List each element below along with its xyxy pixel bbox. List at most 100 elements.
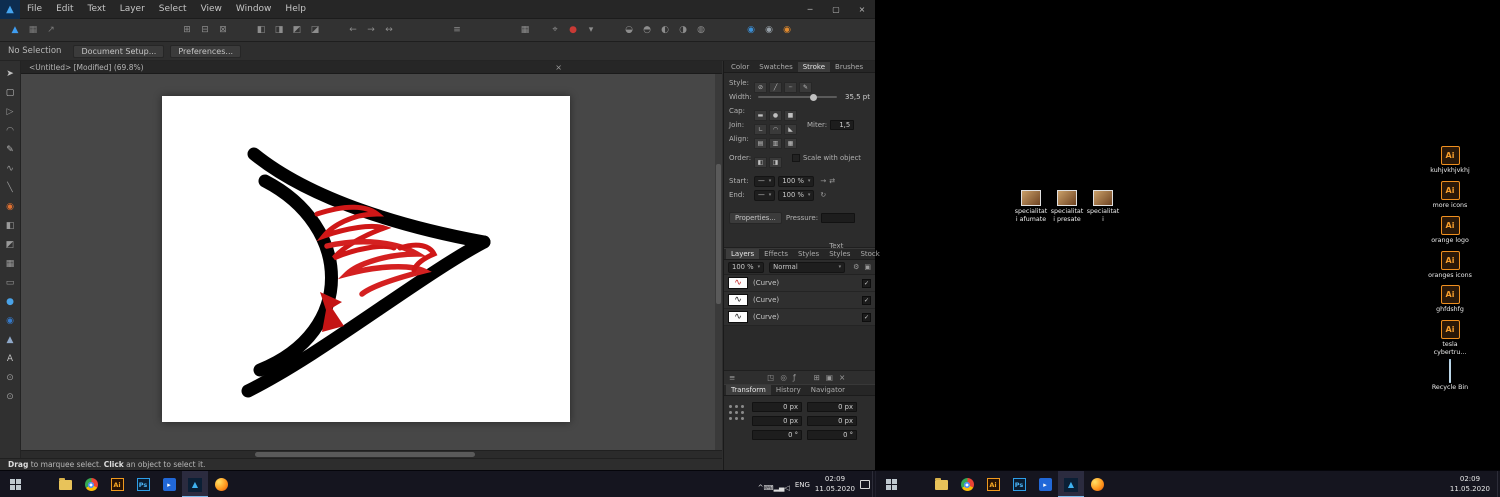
desktop-shortcut[interactable]: Ai kuhjvkhjvkhj [1428,146,1472,175]
firefox-icon[interactable] [1084,471,1110,497]
media-player-icon[interactable]: ▸ [1032,471,1058,497]
layers-list-icon[interactable]: ≡ [729,373,735,382]
taskbar-clock-right[interactable]: 02:09 11.05.2020 [1450,471,1490,497]
desktop-file[interactable]: specialitati [1086,190,1120,224]
artboard-tool-icon[interactable]: ▢ [1,84,19,101]
photoshop-icon[interactable]: Ps [1006,471,1032,497]
stroke-swatch-icon[interactable]: ◉ [760,22,778,38]
stroke-brush-icon[interactable]: ✎ [799,81,812,93]
blend-mode-dropdown[interactable]: Normal ▾ [769,261,846,273]
brush-tool-icon[interactable]: ╲ [1,179,19,196]
transform-field[interactable]: 0 px [807,416,857,426]
transform-field[interactable]: 0 px [752,416,802,426]
menu-item[interactable]: Text [81,0,113,19]
stroke-none-icon[interactable]: ⊘ [754,81,767,93]
start-button[interactable] [0,471,30,497]
document-tab[interactable]: <Untitled> [Modified] (69.8%) [21,63,144,72]
fill-swatch-icon[interactable]: ◉ [742,22,760,38]
panel-tab[interactable]: Text Styles [824,241,855,259]
insert-inside-icon[interactable]: ⊟ [196,22,214,38]
desktop-shortcut[interactable]: Recycle Bin [1428,359,1472,392]
gradient-tool-icon[interactable]: ◧ [1,217,19,234]
menu-item[interactable]: Help [278,0,313,19]
menu-item[interactable]: Layer [113,0,152,19]
layer-visibility-checkbox[interactable]: ✓ [862,312,871,322]
layer-row[interactable]: ∿ (Curve) ✓ [724,292,875,309]
corner-tool-icon[interactable]: ◠ [1,122,19,139]
chrome-icon[interactable] [954,471,980,497]
panel-tab[interactable]: History [771,385,806,395]
firefox-icon[interactable] [208,471,234,497]
canvas[interactable] [21,74,722,450]
panel-tab[interactable]: Navigator [806,385,850,395]
color-sphere-tool-icon[interactable]: ◉ [1,312,19,329]
stroke-align-inside-icon[interactable]: ▥ [769,137,782,149]
desktop-file[interactable]: specialitati presate [1050,190,1084,224]
panel-tab[interactable]: Transform [726,385,771,395]
boolean-union-icon[interactable]: ◒ [620,22,638,38]
layer-visibility-checkbox[interactable]: ✓ [862,278,871,288]
preferences-button[interactable]: Preferences... [170,44,242,58]
insert-top-icon[interactable]: ⊞ [178,22,196,38]
action-center-icon[interactable] [860,480,870,489]
panel-tab[interactable]: Swatches [754,62,797,72]
boolean-subtract-icon[interactable]: ◓ [638,22,656,38]
stroke-solid-icon[interactable]: ╱ [769,81,782,93]
panel-tab[interactable]: Stock [855,249,884,259]
panel-tab[interactable]: Stroke [797,62,831,72]
opacity-dropdown[interactable]: 100 % ▾ [728,261,765,273]
pixel-persona-icon[interactable]: ▦ [24,22,42,38]
desktop-shortcut[interactable]: Ai ghfdshfg [1428,285,1472,314]
width-value[interactable]: 35,5 pt [845,93,870,101]
snapping-icon[interactable]: ⌖ [546,22,564,38]
start-size-dropdown[interactable]: 100 % ▾ [778,175,815,187]
illustrator-icon[interactable]: Ai [104,471,130,497]
transform-field[interactable]: 0 ° [807,430,857,440]
file-explorer-icon[interactable] [52,471,78,497]
boolean-divide-icon[interactable]: ◍ [692,22,710,38]
boolean-xor-icon[interactable]: ◑ [674,22,692,38]
start-button[interactable] [876,471,906,497]
text-tool-icon[interactable]: A [1,350,19,367]
group-layer-icon[interactable]: ▣ [826,373,833,382]
snapping-menu-icon[interactable]: ▾ [582,22,600,38]
desktop-shortcut[interactable]: Ai oranges icons [1428,250,1472,280]
tray-network-icon[interactable]: ▂▄ [774,484,785,492]
width-slider-thumb[interactable] [810,93,818,101]
boolean-intersect-icon[interactable]: ◐ [656,22,674,38]
zoom-tool-icon[interactable]: ⊙ [1,388,19,405]
file-explorer-icon[interactable] [928,471,954,497]
illustrator-icon[interactable]: Ai [980,471,1006,497]
maximize-button[interactable]: ▢ [823,0,849,19]
taskbar-clock[interactable]: 02:09 11.05.2020 [815,475,855,493]
align-top-icon[interactable]: ◩ [288,22,306,38]
adjustment-layer-icon[interactable]: ◎ [780,373,787,382]
menu-item[interactable]: Window [229,0,279,19]
mask-layer-icon[interactable]: ◳ [767,373,774,382]
anchor-selector[interactable] [729,405,745,421]
panel-tab[interactable]: Effects [759,249,793,259]
transform-field[interactable]: 0 px [752,402,802,412]
insert-behind-icon[interactable]: ⊠ [214,22,232,38]
media-player-icon[interactable]: ▸ [156,471,182,497]
align-bottom-icon[interactable]: ◪ [306,22,324,38]
desktop-file[interactable]: specialitati afumate [1014,190,1048,224]
triangle-tool-icon[interactable]: ▲ [1,331,19,348]
panel-tab[interactable]: Styles [793,249,824,259]
stroke-align-outside-icon[interactable]: ▦ [784,137,797,149]
align-center-icon[interactable]: ◨ [270,22,288,38]
menu-item[interactable]: Select [152,0,194,19]
reset-arrows-icon[interactable]: ↻ [820,191,826,199]
pressure-field[interactable] [821,213,856,223]
menu-item[interactable]: File [20,0,49,19]
desktop-shortcut[interactable]: Ai tesla cybertru... [1428,320,1472,357]
fx-layer-icon[interactable]: ƒ [793,373,796,382]
menu-item[interactable]: View [194,0,229,19]
panel-tab[interactable]: Brushes [830,62,868,72]
ellipse-tool-icon[interactable]: ● [1,293,19,310]
panel-tab[interactable]: Color [726,62,754,72]
swap-arrows-icon[interactable]: ⇄ [829,177,835,185]
stroke-order-front-icon[interactable]: ◧ [754,156,767,168]
align-left-icon[interactable]: ◧ [252,22,270,38]
order-swap-icon[interactable]: ↔ [380,22,398,38]
